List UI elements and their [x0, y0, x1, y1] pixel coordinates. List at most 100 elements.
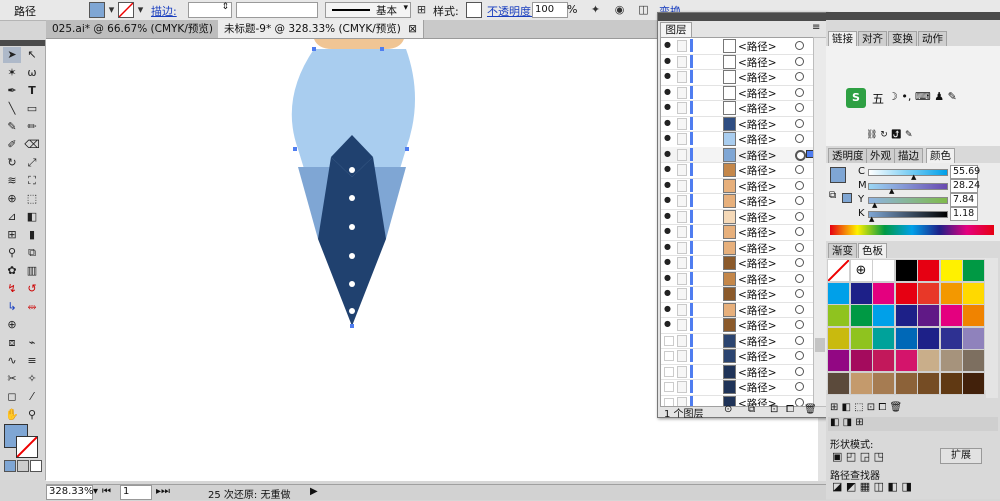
stroke-color-box[interactable] [842, 193, 852, 203]
anchor-point[interactable] [350, 324, 354, 328]
graphic-style-swatch[interactable] [466, 2, 482, 18]
visibility-eye-icon[interactable]: ● [664, 72, 672, 80]
visibility-toggle[interactable] [664, 351, 674, 361]
swatch[interactable] [827, 349, 850, 372]
align-icon[interactable]: ◫ [636, 2, 651, 17]
color-mode-icon[interactable] [4, 460, 16, 472]
page-field[interactable]: 1 [120, 485, 152, 500]
free-transform-tool-icon[interactable]: ⛶ [23, 173, 41, 189]
visibility-toggle[interactable] [664, 335, 674, 346]
curvature-tool-icon[interactable]: ↺ [23, 281, 41, 297]
layer-row[interactable]: <路径> [661, 364, 813, 380]
swatch[interactable] [827, 281, 850, 305]
tab-align[interactable]: 对齐 [858, 31, 887, 47]
chevron-down-icon[interactable]: ▾ [104, 2, 119, 17]
lasso-tool-icon[interactable]: ω [23, 65, 41, 81]
visibility-eye-icon[interactable]: ● [664, 289, 672, 297]
target-circle[interactable] [795, 211, 804, 221]
lock-toggle[interactable] [677, 381, 687, 393]
lock-toggle[interactable] [677, 164, 687, 176]
tab-transform[interactable]: 变换 [888, 31, 917, 47]
visibility-eye-icon[interactable]: ● [664, 118, 672, 127]
visibility-eye-icon[interactable]: ● [664, 320, 672, 328]
swatch[interactable] [872, 349, 895, 372]
swatch[interactable] [917, 281, 940, 305]
new-layer-icon[interactable]: ⧠ [786, 404, 794, 415]
swatch[interactable] [917, 326, 940, 350]
black-value[interactable]: 1.18 [950, 207, 978, 221]
tab-025[interactable]: 025.ai* @ 66.67% (CMYK/预览) ⊠ [46, 20, 237, 38]
layer-row[interactable]: ● <路径> [661, 271, 813, 287]
layer-row[interactable]: ● <路径> [661, 255, 813, 272]
none-mode-icon[interactable] [30, 460, 42, 472]
gradient-tool-icon[interactable]: ▮ [23, 227, 41, 243]
swatch[interactable] [827, 371, 850, 395]
tab-actions[interactable]: 动作 [918, 31, 947, 47]
visibility-eye-icon[interactable]: ● [664, 134, 672, 142]
expand-button[interactable]: 扩展 [940, 448, 982, 464]
swatch[interactable] [872, 304, 895, 327]
zoom-tool-icon[interactable]: ⚲ [23, 407, 41, 423]
swatch[interactable] [849, 304, 873, 327]
tie-blade-shape[interactable] [318, 157, 386, 326]
pathfinder-tab-icons[interactable]: ◧ ◨ ⊞ [830, 417, 864, 428]
line-tool-icon[interactable]: ╲ [3, 101, 21, 117]
scissors-tool-icon[interactable]: ✂ [3, 371, 21, 387]
swatch[interactable] [917, 304, 940, 327]
swatch[interactable] [962, 349, 985, 372]
live-paint-tool-icon[interactable]: ⬚ [23, 191, 41, 207]
visibility-eye-icon[interactable]: ● [664, 103, 672, 111]
lock-toggle[interactable] [677, 117, 687, 130]
direct-selection-tool-icon[interactable]: ↖ [23, 47, 41, 63]
blob-brush-tool-icon[interactable]: ✐ [3, 137, 21, 153]
pathfinder-icons[interactable]: ◪ ◩ ▦ ◫ ◧ ◨ [832, 480, 912, 493]
layer-row[interactable]: ● <路径> [661, 302, 813, 318]
layer-row[interactable]: ● <路径> [661, 209, 813, 225]
target-circle[interactable] [795, 87, 804, 97]
swatch[interactable] [939, 304, 963, 327]
layer-row[interactable]: ● <路径> [661, 146, 813, 163]
slider-handle[interactable]: ▲ [869, 215, 874, 223]
visibility-toggle[interactable] [664, 382, 674, 392]
width-tool-icon[interactable]: ⥈ [23, 299, 41, 315]
swatch[interactable] [894, 326, 918, 350]
target-circle[interactable] [795, 41, 804, 50]
visibility-eye-icon[interactable]: ● [664, 165, 672, 173]
next-artboard-icon[interactable]: ▸⏭ [156, 486, 170, 497]
black-slider[interactable] [868, 211, 948, 218]
knife-tool-icon[interactable]: ∿ [3, 353, 21, 369]
target-circle[interactable] [795, 289, 804, 298]
anchor-point[interactable] [380, 47, 384, 51]
lock-toggle[interactable] [677, 272, 687, 285]
blend-tool-icon[interactable]: ⧉ [23, 245, 41, 261]
target-circle[interactable] [795, 118, 804, 128]
tab-color[interactable]: 颜色 [926, 148, 955, 164]
lock-toggle[interactable] [677, 257, 687, 269]
layer-row[interactable]: ● <路径> [661, 38, 813, 55]
target-circle[interactable] [795, 196, 804, 205]
layer-row[interactable]: <路径> [661, 348, 813, 365]
lock-toggle[interactable] [677, 86, 687, 99]
slice-tool-icon[interactable]: ⌁ [23, 335, 41, 351]
swatch[interactable] [872, 281, 895, 305]
tab-links[interactable]: 链接 [828, 31, 857, 47]
eyedropper-tool-icon[interactable]: ⚲ [3, 245, 21, 261]
stroke-color-box[interactable] [16, 436, 38, 458]
visibility-eye-icon[interactable]: ● [664, 242, 672, 251]
mesh-tool-icon[interactable]: ⊞ [3, 227, 21, 243]
target-circle[interactable] [795, 320, 804, 329]
layer-row[interactable]: ● <路径> [661, 317, 813, 334]
join-tool-icon[interactable]: ↳ [3, 299, 21, 315]
tab-untitled-9[interactable]: 未标题-9* @ 328.33% (CMYK/预览) ⊠ [218, 20, 425, 38]
visibility-eye-icon[interactable]: ● [664, 56, 672, 65]
rectangle-tool-icon[interactable]: ▭ [23, 101, 41, 117]
visibility-eye-icon[interactable]: ● [664, 227, 672, 235]
visibility-eye-icon[interactable]: ● [664, 87, 672, 96]
visibility-eye-icon[interactable]: ● [664, 196, 672, 204]
chevron-down-icon[interactable]: ▾ [133, 2, 148, 17]
swatch[interactable] [939, 349, 963, 372]
lock-toggle[interactable] [677, 71, 687, 83]
type-tool-icon[interactable]: T [23, 83, 41, 99]
rotate-tool-icon[interactable]: ↻ [3, 155, 21, 171]
warp-tool-icon[interactable]: ≋ [3, 173, 21, 189]
